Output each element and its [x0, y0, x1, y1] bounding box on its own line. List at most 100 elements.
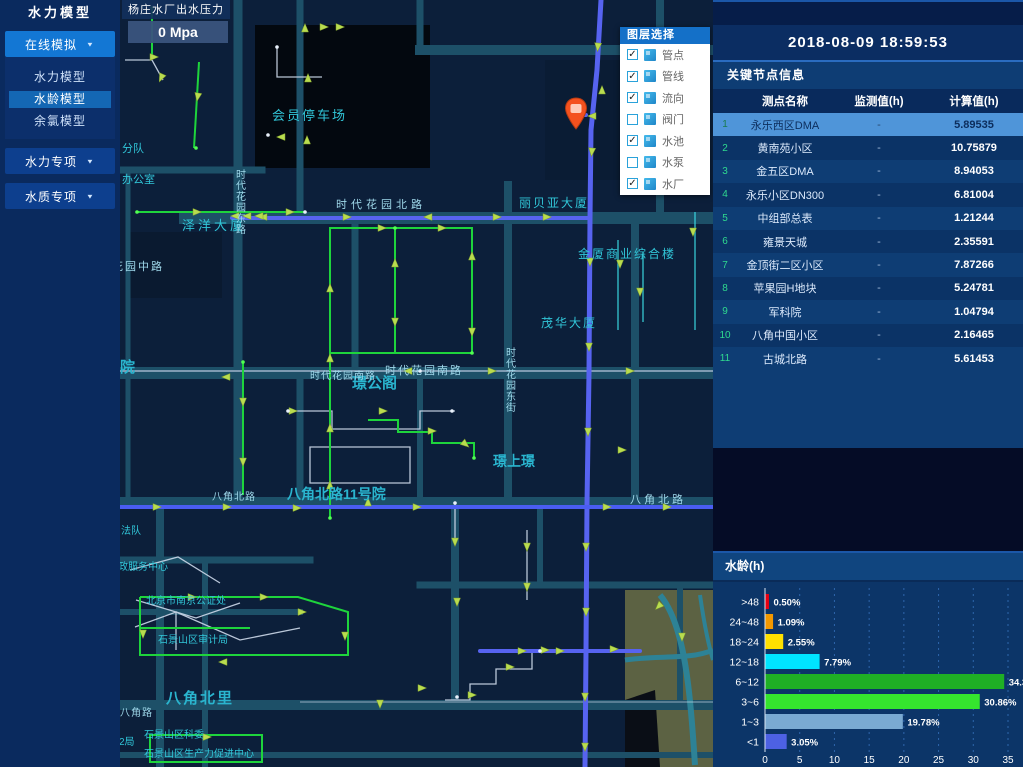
flow-arrow-icon: [418, 685, 427, 692]
layer-checkbox[interactable]: ✓: [627, 92, 638, 103]
water-age-panel: 水龄(h) 05101520253035>480.50%24~481.09%18…: [713, 551, 1023, 767]
layer-checkbox[interactable]: ✓: [627, 178, 638, 189]
table-row[interactable]: 2黄南苑小区-10.75879: [713, 136, 1023, 159]
category-label: 24~48: [730, 617, 760, 629]
table-body: 1永乐西区DMA-5.895352黄南苑小区-10.758793金五区DMA-8…: [713, 113, 1023, 370]
layer-checkbox[interactable]: ✓: [627, 49, 638, 60]
layer-row-水池[interactable]: ✓水池: [620, 130, 710, 152]
category-label: 1~3: [741, 717, 759, 729]
bar-12~18: [766, 654, 820, 669]
sidebar-model-item[interactable]: 水力模型: [9, 69, 111, 86]
map-label: 时代花园东路: [236, 169, 246, 236]
cell-calc: 1.21244: [925, 212, 1023, 224]
online-simulation-button[interactable]: 在线模拟 ▼: [5, 31, 115, 57]
right-panel-topbar: [713, 0, 1023, 25]
flow-arrow-icon: [327, 284, 334, 293]
sidebar-special-button[interactable]: 水力专项▼: [5, 148, 115, 174]
sidebar: 水力模型 在线模拟 ▼ 水力模型水龄模型余氯模型 水力专项▼水质专项▼: [0, 0, 120, 767]
value-label: 30.86%: [984, 698, 1017, 709]
cell-name: 黄南苑小区: [737, 140, 833, 156]
layer-label: 管线: [662, 68, 684, 84]
x-tick-label: 15: [864, 755, 876, 766]
layer-row-管点[interactable]: ✓管点: [620, 44, 710, 66]
cell-name: 军科院: [737, 304, 833, 320]
map-label: 院: [120, 358, 135, 376]
key-node-section: 关键节点信息 测点名称 监测值(h) 计算值(h) 1永乐西区DMA-5.895…: [713, 60, 1023, 448]
layer-row-阀门[interactable]: 阀门: [620, 109, 710, 131]
layer-checkbox[interactable]: [627, 157, 638, 168]
x-tick-label: 5: [797, 755, 803, 766]
layer-row-水泵[interactable]: 水泵: [620, 152, 710, 174]
pipe-node-dot: [135, 210, 139, 214]
flow-arrow-icon: [524, 543, 531, 552]
flow-arrow-icon: [193, 92, 201, 102]
layer-label: 流向: [662, 90, 684, 106]
table-row[interactable]: 9军科院-1.04794: [713, 300, 1023, 323]
x-tick-label: 10: [829, 755, 841, 766]
cell-mon: -: [833, 212, 925, 224]
layer-checkbox[interactable]: [627, 114, 638, 125]
layer-type-icon: [644, 49, 656, 61]
flow-arrow-icon: [156, 73, 166, 84]
table-row[interactable]: 5中组部总表-1.21244: [713, 207, 1023, 230]
pipe-node-dot: [194, 146, 198, 150]
cell-num: 5: [713, 213, 737, 224]
timestamp: 2018-08-09 18:59:53: [713, 25, 1023, 60]
map-label: 北京市南京公证处: [146, 594, 226, 607]
map-view[interactable]: 分队办公室会员停车场泽洋大厦丽贝亚大厦金厦商业综合楼茂华大厦璟公阁璟上璟八角北路…: [120, 0, 713, 767]
category-label: >48: [741, 597, 759, 609]
map-label: 时代花园南路: [310, 369, 376, 382]
cell-num: 1: [713, 119, 737, 130]
pipe-node-dot: [393, 226, 397, 230]
value-label: 1.09%: [778, 618, 805, 629]
cell-mon: -: [833, 189, 925, 201]
pipe-node-dot: [453, 501, 457, 505]
value-label: 2.55%: [788, 638, 815, 649]
flow-arrow-icon: [460, 439, 471, 450]
bar->48: [766, 594, 769, 609]
layer-checkbox[interactable]: ✓: [627, 71, 638, 82]
map-label: 茂华大厦: [541, 316, 597, 330]
layer-type-icon: [644, 92, 656, 104]
category-label: <1: [747, 737, 759, 749]
cell-mon: -: [833, 119, 925, 131]
right-panel: 2018-08-09 18:59:53 关键节点信息 测点名称 监测值(h) 计…: [713, 0, 1023, 767]
layer-row-水厂[interactable]: ✓水厂: [620, 173, 710, 195]
table-row[interactable]: 4永乐小区DN300-6.81004: [713, 183, 1023, 206]
cell-mon: -: [833, 353, 925, 365]
cell-calc: 7.87266: [925, 259, 1023, 271]
bar-6~12: [766, 674, 1005, 689]
table-row[interactable]: 6雍景天城-2.35591: [713, 230, 1023, 253]
x-tick-label: 30: [968, 755, 980, 766]
cell-num: 11: [713, 353, 737, 364]
flow-arrow-icon: [556, 648, 565, 655]
bar-1~3: [766, 714, 903, 729]
cell-num: 2: [713, 143, 737, 154]
flow-arrow-icon: [518, 648, 527, 655]
table-row[interactable]: 10八角中国小区-2.16465: [713, 324, 1023, 347]
table-row[interactable]: 11古城北路-5.61453: [713, 347, 1023, 370]
layer-type-icon: [644, 135, 656, 147]
table-row[interactable]: 8苹果园H地块-5.24781: [713, 277, 1023, 300]
pipe-node-dot: [241, 360, 245, 364]
value-label: 19.78%: [907, 718, 940, 729]
cell-mon: -: [833, 165, 925, 177]
cell-name: 永乐小区DN300: [737, 187, 833, 203]
layer-row-流向[interactable]: ✓ 流向: [620, 87, 710, 109]
sidebar-special-button[interactable]: 水质专项▼: [5, 183, 115, 209]
cell-name: 金顶街二区小区: [737, 257, 833, 273]
layer-checkbox[interactable]: ✓: [627, 135, 638, 146]
table-row[interactable]: 3金五区DMA-8.94053: [713, 160, 1023, 183]
table-row[interactable]: 1永乐西区DMA-5.89535: [713, 113, 1023, 136]
map-label: 八角北里: [165, 689, 234, 707]
layer-row-管线[interactable]: ✓ 管线: [620, 66, 710, 88]
sidebar-model-item[interactable]: 水龄模型: [9, 91, 111, 108]
x-tick-label: 25: [933, 755, 945, 766]
cell-name: 苹果园H地块: [737, 280, 833, 296]
plant-pressure-label: 杨庄水厂出水压力: [122, 0, 230, 19]
table-row[interactable]: 7金顶街二区小区-7.87266: [713, 253, 1023, 276]
map-label: 丽贝亚大厦: [519, 196, 589, 210]
cell-mon: -: [833, 142, 925, 154]
sidebar-model-item[interactable]: 余氯模型: [9, 113, 111, 130]
key-node-title: 关键节点信息: [713, 60, 1023, 89]
